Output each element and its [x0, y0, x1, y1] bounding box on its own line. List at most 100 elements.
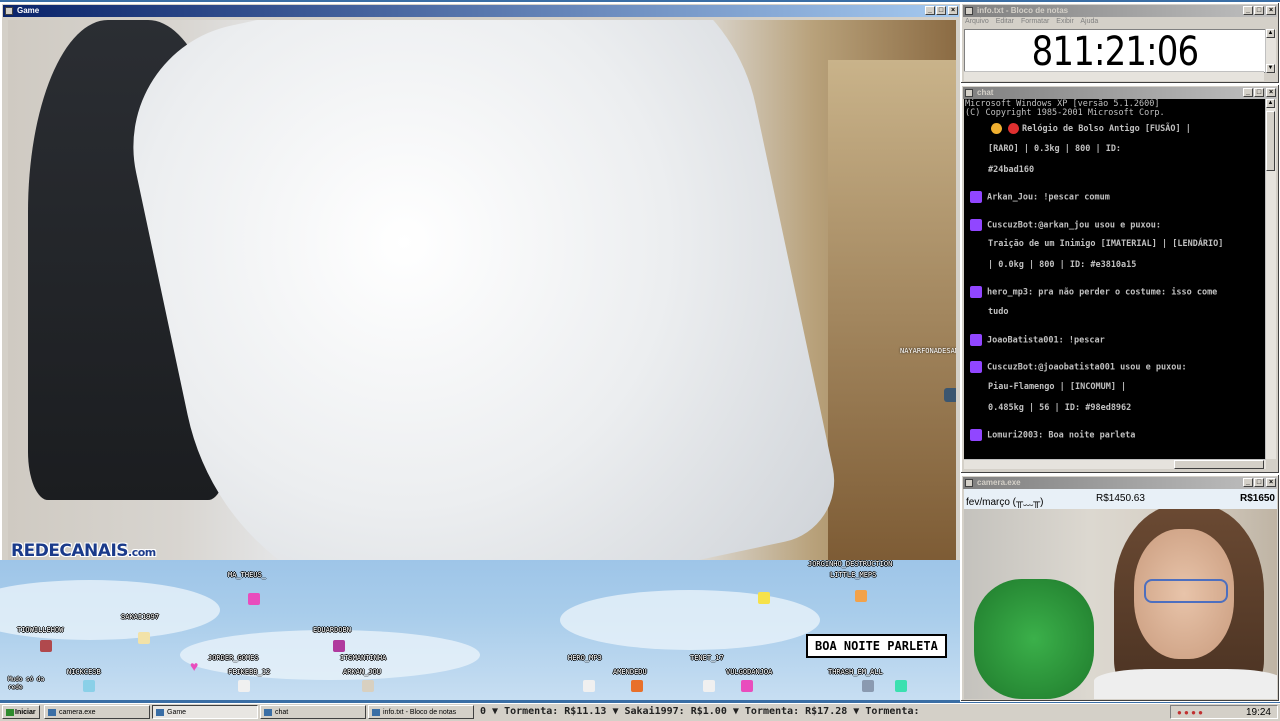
camera-window[interactable]: camera.exe _ □ × fev/março (╥﹏╥) R$1450.…: [960, 474, 1280, 702]
notepad-window[interactable]: info.txt - Bloco de notas _ □ × Arquivo …: [960, 2, 1280, 84]
menu-exibir[interactable]: Exibir: [1056, 18, 1074, 25]
viewer-avatar: [895, 680, 907, 692]
notepad-menubar: Arquivo Editar Formatar Exibir Ajuda: [965, 18, 1103, 25]
webcam-view: fev/março (╥﹏╥) R$1450.63 R$1650: [964, 489, 1277, 699]
watermark-logo: REDECANAIS.com: [11, 541, 156, 561]
chat-text: !pescar: [1068, 335, 1105, 346]
game-video-view[interactable]: NAYARFONADESAMMER: [8, 20, 956, 561]
task-game[interactable]: Game: [152, 705, 258, 719]
close-button[interactable]: ×: [1266, 6, 1276, 15]
chat-message: Lomuri2003: Boa noite parleta: [970, 429, 1135, 441]
viewer-avatar: [40, 640, 52, 652]
viewer-avatar: [138, 632, 150, 644]
minimize-button[interactable]: _: [1243, 478, 1253, 487]
window-icon: [5, 7, 13, 15]
chat-vscroll[interactable]: ▲: [1265, 99, 1276, 459]
close-button[interactable]: ×: [1266, 88, 1276, 97]
chat-text: !pescar comum: [1043, 192, 1110, 203]
chat-username: CuscuzBot:: [987, 362, 1039, 373]
chat-message-line: Traição de um Inimigo [IMATERIAL] | [LEN…: [988, 239, 1224, 249]
menu-formatar[interactable]: Formatar: [1021, 18, 1049, 25]
scroll-up-button[interactable]: ▲: [1266, 29, 1275, 38]
chat-message-line: Relógio de Bolso Antigo [FUSÃO] |: [988, 123, 1191, 134]
cloud: [560, 590, 820, 650]
system-tray: ● ● ● ● 19:24: [1170, 705, 1278, 719]
chat-message-line: #24bad160: [988, 165, 1035, 175]
chat-text: pra não perder o costume: isso come: [1038, 287, 1218, 298]
chat-console[interactable]: Microsoft Windows XP [versão 5.1.2600] (…: [964, 99, 1266, 459]
task-chat[interactable]: chat: [260, 705, 366, 719]
twitch-icon: [970, 429, 982, 441]
white-coat: [110, 20, 846, 561]
maximize-button[interactable]: □: [1254, 6, 1264, 15]
chat-message-line: Piau-Flamengo | [INCOMUM] |: [988, 382, 1127, 392]
minimize-button[interactable]: _: [1243, 88, 1253, 97]
menu-arquivo[interactable]: Arquivo: [965, 18, 989, 25]
timer-text: 811:21:06: [1031, 29, 1200, 75]
viewer-avatar: [362, 680, 374, 692]
chat-username: JoaoBatista001:: [987, 335, 1064, 346]
start-button[interactable]: Iniciar: [2, 705, 40, 719]
viewer-avatar: [583, 680, 595, 692]
viewer-name: ARKAN_JOU: [343, 668, 381, 676]
chat-message: hero_mp3: pra não perder o costume: isso…: [970, 286, 1217, 298]
chat-titlebar[interactable]: chat _ □ ×: [963, 87, 1277, 99]
hscroll-thumb[interactable]: [1174, 460, 1264, 469]
chat-username: hero_mp3:: [987, 287, 1034, 298]
minimize-button[interactable]: _: [1243, 6, 1253, 15]
minimize-button[interactable]: _: [925, 6, 935, 15]
maximize-button[interactable]: □: [1254, 88, 1264, 97]
corner-label: Mudo só da rede: [8, 676, 45, 691]
viewer-name: TENET_17: [690, 654, 724, 662]
viewer-avatar: [83, 680, 95, 692]
maximize-button[interactable]: □: [936, 6, 946, 15]
notepad-text-area[interactable]: 811:21:06: [964, 29, 1266, 75]
chat-text: Boa noite parleta: [1048, 430, 1136, 441]
taskbar: Iniciar camera.exe Game chat info.txt - …: [0, 703, 1280, 721]
viewer-name: NICKCESB: [67, 668, 101, 676]
viewer-avatar: [862, 680, 874, 692]
close-button[interactable]: ×: [948, 6, 958, 15]
viewer-avatar: [238, 680, 250, 692]
game-window[interactable]: Game _ □ × NAYARFONADESAMMER REDECANAIS.…: [0, 2, 962, 562]
menu-ajuda[interactable]: Ajuda: [1080, 18, 1098, 25]
windows-logo-icon: [6, 709, 14, 716]
chat-window[interactable]: chat _ □ × Microsoft Windows XP [versão …: [960, 84, 1280, 474]
scroll-up-button[interactable]: ▲: [1266, 99, 1275, 108]
goal-target-amount: R$1650: [1239, 493, 1275, 504]
viewer-name: ITSMANTINHA: [340, 654, 387, 662]
game-titlebar[interactable]: Game _ □ ×: [3, 5, 959, 17]
game-title: Game: [17, 6, 40, 15]
chat-title: chat: [977, 88, 994, 97]
maximize-button[interactable]: □: [1254, 478, 1264, 487]
chat-message-line: | 0.0kg | 800 | ID: #e3810a15: [988, 260, 1137, 270]
viewer-name: AMENDEDU: [613, 668, 647, 676]
viewer-avatar: [758, 592, 770, 604]
notepad-vscroll[interactable]: ▲ ▼: [1265, 29, 1276, 73]
viewer-avatar: [855, 590, 867, 602]
goal-label: fev/março (╥﹏╥): [966, 497, 1044, 508]
task-notepad[interactable]: info.txt - Bloco de notas: [368, 705, 474, 719]
camera-titlebar[interactable]: camera.exe _ □ ×: [963, 477, 1277, 489]
app-icon: [156, 709, 164, 716]
viewer-name: JORGINHO_DESTRUCTION: [808, 560, 893, 568]
scroll-thumb[interactable]: [1266, 111, 1275, 171]
chat-message-line: [RARO] | 0.3kg | 800 | ID:: [988, 144, 1122, 154]
close-button[interactable]: ×: [1266, 478, 1276, 487]
glasses: [1144, 579, 1228, 603]
green-pillow: [974, 579, 1094, 699]
task-camera[interactable]: camera.exe: [44, 705, 150, 719]
notepad-hscroll[interactable]: [964, 71, 1264, 81]
notepad-titlebar[interactable]: info.txt - Bloco de notas _ □ ×: [963, 5, 1277, 17]
viewer-name: EDUARDOBN: [313, 626, 351, 634]
viewer-name: JORDER_GOMES: [208, 654, 259, 662]
cmd-icon: [965, 89, 973, 97]
menu-editar[interactable]: Editar: [996, 18, 1014, 25]
chat-hscroll[interactable]: [964, 459, 1266, 469]
chat-username: Lomuri2003:: [987, 430, 1044, 441]
twitch-icon: [970, 334, 982, 346]
clock: 19:24: [1245, 707, 1271, 718]
scroll-down-button[interactable]: ▼: [1266, 64, 1275, 73]
chat-message: CuscuzBot:@arkan_jou usou e puxou:: [970, 219, 1161, 231]
tray-icons[interactable]: ● ● ● ●: [1177, 708, 1203, 717]
